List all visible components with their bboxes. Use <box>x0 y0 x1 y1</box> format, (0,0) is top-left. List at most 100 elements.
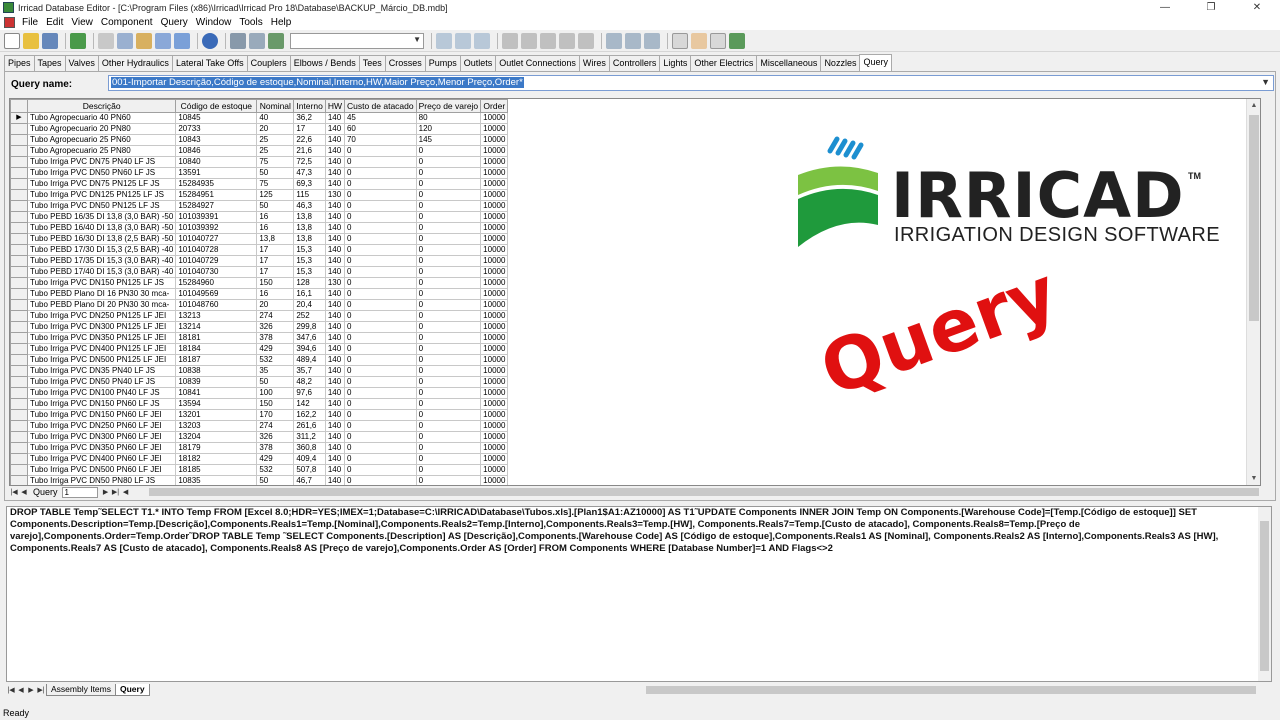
settings-icon[interactable] <box>521 32 537 49</box>
table-cell[interactable]: 326 <box>256 431 295 443</box>
table-row[interactable]: Tubo Agropecuario 25 PN60 10843 25 22,6 140 7… <box>10 134 509 146</box>
column-header[interactable]: Descrição <box>26 99 177 113</box>
row-selector[interactable] <box>10 178 28 190</box>
new-file-icon[interactable] <box>4 32 20 49</box>
table-cell[interactable]: Tubo Agropecuario 20 PN80 <box>26 123 177 135</box>
table-cell[interactable]: 75 <box>256 178 295 190</box>
table-cell[interactable]: 80 <box>415 112 482 124</box>
table-row[interactable]: Tubo PEBD 17/40 DI 15,3 (3,0 BAR) -40 101… <box>10 266 509 278</box>
table-cell[interactable]: 10000 <box>480 299 509 311</box>
save-icon[interactable] <box>42 32 58 49</box>
menu-file[interactable]: File <box>18 17 42 28</box>
table-cell[interactable]: 0 <box>415 178 482 190</box>
table-row[interactable]: Tubo Irriga PVC DN500 PN60 LF JEI 18185 53… <box>10 464 509 476</box>
tab-query[interactable]: Query <box>859 54 892 71</box>
tab-pumps[interactable]: Pumps <box>424 55 461 71</box>
table-cell[interactable]: 0 <box>415 365 482 377</box>
row-selector[interactable] <box>10 365 28 377</box>
table-cell[interactable]: 140 <box>324 464 345 476</box>
table-cell[interactable]: 15284935 <box>175 178 258 190</box>
sql-vertical-scrollbar[interactable] <box>1258 507 1271 681</box>
table-cell[interactable]: 15,3 <box>293 266 326 278</box>
tab-scroll-prev-icon[interactable]: ◀ <box>16 686 26 694</box>
table-cell[interactable]: 150 <box>256 277 295 289</box>
table-row[interactable]: Tubo PEBD 16/30 DI 13,8 (2,5 BAR) -50 101… <box>10 233 509 245</box>
table-cell[interactable]: 140 <box>324 178 345 190</box>
table-cell[interactable]: Tubo Irriga PVC DN500 PN60 LF JEI <box>26 464 177 476</box>
column-header[interactable]: Interno <box>293 99 326 113</box>
table-cell[interactable]: 60 <box>343 123 417 135</box>
table-cell[interactable]: 10000 <box>480 233 509 245</box>
table-cell[interactable]: 10000 <box>480 420 509 432</box>
table-row[interactable]: Tubo Irriga PVC DN400 PN125 LF JEI 18184 4… <box>10 343 509 355</box>
table-cell[interactable]: 13203 <box>175 420 258 432</box>
table-cell[interactable]: 10000 <box>480 442 509 454</box>
table-cell[interactable]: 140 <box>324 299 345 311</box>
table-cell[interactable]: 10000 <box>480 453 509 465</box>
table-cell[interactable]: 0 <box>415 376 482 388</box>
tab-crosses[interactable]: Crosses <box>384 55 426 71</box>
previous-record-icon[interactable]: ◀ <box>19 488 29 496</box>
row-selector[interactable] <box>10 222 28 234</box>
table-cell[interactable]: 140 <box>324 288 345 300</box>
tab-lights[interactable]: Lights <box>659 55 692 71</box>
table-cell[interactable]: Tubo Irriga PVC DN500 PN125 LF JEI <box>26 354 177 366</box>
tab-outlets[interactable]: Outlets <box>459 55 497 71</box>
chart-icon[interactable] <box>644 32 660 49</box>
table-cell[interactable]: 409,4 <box>293 453 326 465</box>
tab-query-sql[interactable]: Query <box>115 684 150 696</box>
table-cell[interactable]: 532 <box>256 354 295 366</box>
open-folder-icon[interactable] <box>23 32 39 49</box>
table-cell[interactable]: 0 <box>343 167 417 179</box>
table-cell[interactable]: 170 <box>256 409 295 421</box>
table-cell[interactable]: 10000 <box>480 211 509 223</box>
settings-icon[interactable] <box>559 32 575 49</box>
table-cell[interactable]: 0 <box>343 211 417 223</box>
table-cell[interactable]: 150 <box>256 398 295 410</box>
table-cell[interactable]: 140 <box>324 211 345 223</box>
table-row[interactable]: Tubo Irriga PVC DN300 PN125 LF JEI 13214 3… <box>10 321 509 333</box>
row-selector[interactable] <box>10 299 28 311</box>
table-cell[interactable]: 50 <box>256 376 295 388</box>
table-cell[interactable]: Tubo PEBD 16/30 DI 13,8 (2,5 BAR) -50 <box>26 233 177 245</box>
table-cell[interactable]: 0 <box>415 233 482 245</box>
column-header[interactable]: Custo de atacado <box>343 99 417 113</box>
table-cell[interactable]: Tubo PEBD 17/40 DI 15,3 (3,0 BAR) -40 <box>26 266 177 278</box>
scrollbar-thumb[interactable] <box>1249 115 1259 321</box>
table-cell[interactable]: 18187 <box>175 354 258 366</box>
table-cell[interactable]: 0 <box>343 398 417 410</box>
table-cell[interactable]: 13204 <box>175 431 258 443</box>
table-cell[interactable]: 75 <box>256 156 295 168</box>
table-cell[interactable]: 0 <box>415 156 482 168</box>
table-cell[interactable]: 101039392 <box>175 222 258 234</box>
table-cell[interactable]: 140 <box>324 156 345 168</box>
scroll-up-icon[interactable]: ▲ <box>1247 99 1260 113</box>
tab-tapes[interactable]: Tapes <box>33 55 66 71</box>
tab-scroll-first-icon[interactable]: |◀ <box>6 686 16 694</box>
report-icon[interactable] <box>691 32 707 49</box>
table-cell[interactable]: Tubo Irriga PVC DN300 PN125 LF JEI <box>26 321 177 333</box>
table-row[interactable]: Tubo Irriga PVC DN50 PN40 LF JS 10839 50 48… <box>10 376 509 388</box>
column-header[interactable]: Preço de varejo <box>415 99 482 113</box>
table-cell[interactable]: 10000 <box>480 200 509 212</box>
row-selector[interactable] <box>10 464 28 476</box>
sql-text[interactable]: DROP TABLE Temp˜SELECT T1.* INTO Temp FR… <box>10 507 1250 555</box>
tab-nozzles[interactable]: Nozzles <box>820 55 861 71</box>
scroll-down-icon[interactable]: ▼ <box>1247 472 1260 485</box>
table-cell[interactable]: 10000 <box>480 123 509 135</box>
table-cell[interactable]: 0 <box>343 233 417 245</box>
table-cell[interactable]: 140 <box>324 343 345 355</box>
tab-outlet-connections[interactable]: Outlet Connections <box>495 55 580 71</box>
table-cell[interactable]: 140 <box>324 420 345 432</box>
table-cell[interactable]: 0 <box>343 244 417 256</box>
table-cell[interactable]: 0 <box>343 277 417 289</box>
table-cell[interactable]: 17 <box>256 244 295 256</box>
row-selector[interactable] <box>10 244 28 256</box>
table-cell[interactable]: 0 <box>343 178 417 190</box>
table-cell[interactable]: 0 <box>415 464 482 476</box>
menu-component[interactable]: Component <box>97 17 157 28</box>
table-cell[interactable]: 0 <box>415 431 482 443</box>
table-cell[interactable]: 48,2 <box>293 376 326 388</box>
row-selector[interactable] <box>10 277 28 289</box>
table-cell[interactable]: 0 <box>343 365 417 377</box>
